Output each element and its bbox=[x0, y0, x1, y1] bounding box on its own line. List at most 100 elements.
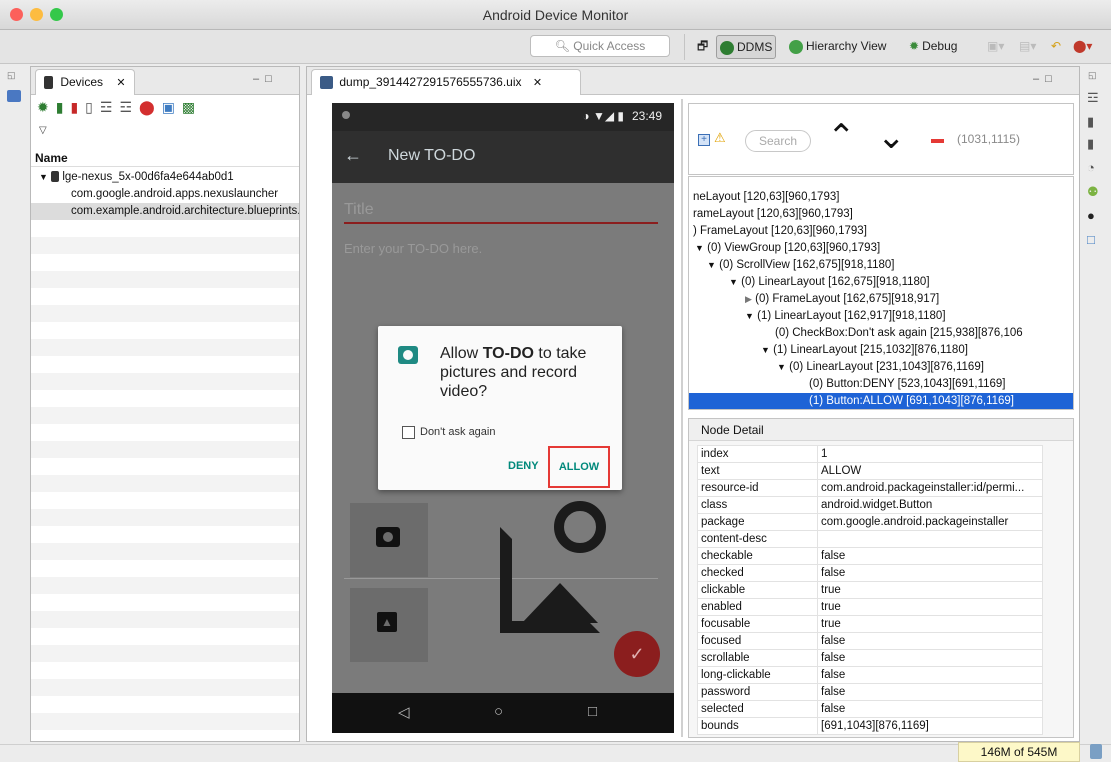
column-header-name[interactable]: Name bbox=[31, 149, 299, 167]
property-value[interactable]: true bbox=[817, 581, 1043, 599]
update-heap-icon[interactable]: ▮ bbox=[56, 99, 71, 115]
quick-access-input[interactable]: 🔍︎ Quick Access bbox=[530, 35, 670, 57]
garbage-collect-icon[interactable] bbox=[1090, 744, 1102, 759]
android-icon[interactable]: ⚉ bbox=[1087, 184, 1103, 199]
property-value[interactable]: false bbox=[817, 683, 1043, 701]
threads-icon[interactable]: ☲ bbox=[1087, 90, 1103, 105]
perspective-hierarchy-view[interactable]: Hierarchy View bbox=[786, 35, 889, 59]
property-value[interactable]: android.widget.Button bbox=[817, 496, 1043, 514]
restore-icon[interactable]: ◱ bbox=[1088, 70, 1097, 81]
expand-all-icon[interactable]: + bbox=[698, 134, 710, 146]
minimize-maximize-icon[interactable]: –□ bbox=[1033, 73, 1058, 85]
take-photo-button[interactable] bbox=[350, 503, 428, 577]
property-value[interactable]: true bbox=[817, 615, 1043, 633]
view-menu-icon[interactable]: ▽ bbox=[39, 125, 47, 136]
property-value[interactable]: com.android.packageinstaller:id/permi... bbox=[817, 479, 1043, 497]
property-value[interactable]: false bbox=[817, 666, 1043, 684]
expand-icon[interactable]: ▼ bbox=[39, 172, 48, 182]
device-screenshot[interactable]: ◑ ▼◢ ▮ 23:49 ← New TO-DO Title Enter you… bbox=[332, 103, 674, 733]
tab-devices[interactable]: Devices ✕ bbox=[35, 69, 135, 95]
dont-ask-checkbox[interactable] bbox=[402, 426, 415, 439]
perspective-ddms[interactable]: DDMS bbox=[716, 35, 777, 59]
nav-recents-icon[interactable]: □ bbox=[588, 703, 597, 720]
dump-icon[interactable]: ▤▾ bbox=[1016, 35, 1039, 59]
tree-expander[interactable]: ▼ bbox=[707, 260, 716, 270]
network-icon[interactable]: ◔ bbox=[1087, 160, 1103, 175]
back-arrow-icon[interactable]: ← bbox=[344, 145, 362, 166]
tree-node[interactable]: ▼ (1) LinearLayout [215,1032][876,1180] bbox=[761, 342, 968, 359]
splitter[interactable] bbox=[681, 99, 683, 737]
tree-expander[interactable]: ▼ bbox=[729, 277, 738, 287]
tree-expander[interactable]: ▶ bbox=[745, 294, 752, 304]
tree-node[interactable]: neLayout [120,63][960,1793] bbox=[693, 189, 839, 206]
property-value[interactable]: false bbox=[817, 547, 1043, 565]
minimize-maximize-icon[interactable]: –□ bbox=[253, 73, 278, 85]
process-row[interactable]: com.google.android.apps.nexuslauncher bbox=[31, 186, 299, 203]
close-tab-icon[interactable]: ✕ bbox=[116, 77, 125, 89]
property-value[interactable]: ALLOW bbox=[817, 462, 1043, 480]
restore-icon[interactable]: ◱ bbox=[7, 70, 16, 81]
screen-capture-icon[interactable]: ▣ bbox=[162, 99, 182, 115]
previous-match-icon[interactable]: ⌃ bbox=[827, 120, 856, 154]
clear-icon[interactable] bbox=[931, 139, 944, 143]
property-value[interactable]: true bbox=[817, 598, 1043, 616]
tree-node[interactable]: ▼ (0) LinearLayout [231,1043][876,1169] bbox=[777, 359, 984, 376]
property-value[interactable]: 1 bbox=[817, 445, 1043, 463]
deny-button[interactable]: DENY bbox=[508, 460, 539, 472]
tree-node[interactable]: ▼ (0) ScrollView [162,675][918,1180] bbox=[707, 257, 895, 274]
title-input[interactable]: Title bbox=[344, 201, 374, 219]
method-profiling-icon[interactable]: ☲ bbox=[119, 99, 139, 115]
property-value[interactable]: com.google.android.packageinstaller bbox=[817, 513, 1043, 531]
add-image-button[interactable]: ▲ bbox=[350, 588, 428, 662]
tree-expander[interactable]: ▼ bbox=[745, 311, 754, 321]
property-value[interactable] bbox=[817, 530, 1043, 548]
tree-node[interactable]: ▶ (0) FrameLayout [162,675][918,917] bbox=[745, 291, 939, 308]
debug-process-icon[interactable]: ✹ bbox=[37, 99, 56, 115]
tree-node[interactable]: ▼ (1) LinearLayout [162,917][918,1180] bbox=[745, 308, 946, 325]
gc-icon[interactable]: ▯ bbox=[85, 99, 100, 115]
emulator-control-icon[interactable]: ● bbox=[1087, 208, 1103, 223]
nav-back-icon[interactable]: ◁ bbox=[398, 703, 410, 721]
update-threads-icon[interactable]: ☲ bbox=[100, 99, 120, 115]
property-value[interactable]: false bbox=[817, 564, 1043, 582]
nav-home-icon[interactable]: ○ bbox=[494, 703, 503, 720]
search-input[interactable]: Search bbox=[745, 130, 811, 152]
search-tool-icon[interactable]: ⬤▾ bbox=[1070, 35, 1095, 59]
warning-icon[interactable]: ⚠ bbox=[714, 130, 726, 146]
heap-status[interactable]: 146M of 545M bbox=[958, 742, 1080, 762]
tree-node[interactable]: (0) Button:DENY [523,1043][691,1169] bbox=[809, 376, 1006, 393]
stop-process-icon[interactable]: ⬤ bbox=[139, 99, 162, 115]
description-input[interactable]: Enter your TO-DO here. bbox=[344, 241, 482, 256]
property-value[interactable]: [691,1043][876,1169] bbox=[817, 717, 1043, 735]
tree-node[interactable]: (0) CheckBox:Don't ask again [215,938][8… bbox=[775, 325, 1023, 342]
allocation-icon[interactable]: ▮ bbox=[1087, 136, 1103, 151]
property-value[interactable]: false bbox=[817, 632, 1043, 650]
allow-button[interactable]: ALLOW bbox=[548, 446, 610, 488]
save-fab[interactable]: ✓ bbox=[614, 631, 660, 677]
tree-node[interactable]: ▼ (0) ViewGroup [120,63][960,1793] bbox=[695, 240, 880, 257]
tree-node-selected[interactable]: (1) Button:ALLOW [691,1043][876,1169] bbox=[689, 393, 1073, 409]
dump-view-hierarchy-icon[interactable]: ▩ bbox=[182, 99, 202, 115]
heap-icon[interactable]: ▮ bbox=[1087, 114, 1103, 129]
tree-expander[interactable]: ▼ bbox=[761, 345, 770, 355]
property-value[interactable]: false bbox=[817, 649, 1043, 667]
back-arrow-icon[interactable]: ↶ bbox=[1048, 35, 1064, 59]
tree-expander[interactable]: ▼ bbox=[777, 362, 786, 372]
open-perspective-icon[interactable]: 🗗︎ bbox=[694, 35, 711, 59]
screenshot-icon[interactable]: ▣▾ bbox=[984, 35, 1007, 59]
hierarchy-tree[interactable]: neLayout [120,63][960,1793] rameLayout [… bbox=[688, 176, 1074, 410]
view-icon[interactable] bbox=[7, 90, 21, 102]
tree-expander[interactable]: ▼ bbox=[695, 243, 704, 253]
device-row[interactable]: ▼ lge-nexus_5x-00d6fa4e644ab0d1 bbox=[31, 169, 299, 186]
tree-node[interactable]: ▼ (0) LinearLayout [162,675][918,1180] bbox=[729, 274, 930, 291]
tree-node[interactable]: rameLayout [120,63][960,1793] bbox=[693, 206, 853, 223]
close-tab-icon[interactable]: ✕ bbox=[533, 77, 542, 89]
tree-node[interactable]: ) FrameLayout [120,63][960,1793] bbox=[693, 223, 867, 240]
perspective-debug[interactable]: ✹ Debug bbox=[906, 35, 960, 59]
process-row-selected[interactable]: com.example.android.architecture.bluepri… bbox=[31, 203, 299, 220]
next-match-icon[interactable]: ⌄ bbox=[877, 120, 906, 154]
tab-dump[interactable]: dump_3914427291576555736.uix ✕ bbox=[311, 69, 581, 95]
dump-hprof-icon[interactable]: ▮ bbox=[70, 99, 85, 115]
property-value[interactable]: false bbox=[817, 700, 1043, 718]
file-explorer-icon[interactable]: □ bbox=[1087, 232, 1103, 247]
